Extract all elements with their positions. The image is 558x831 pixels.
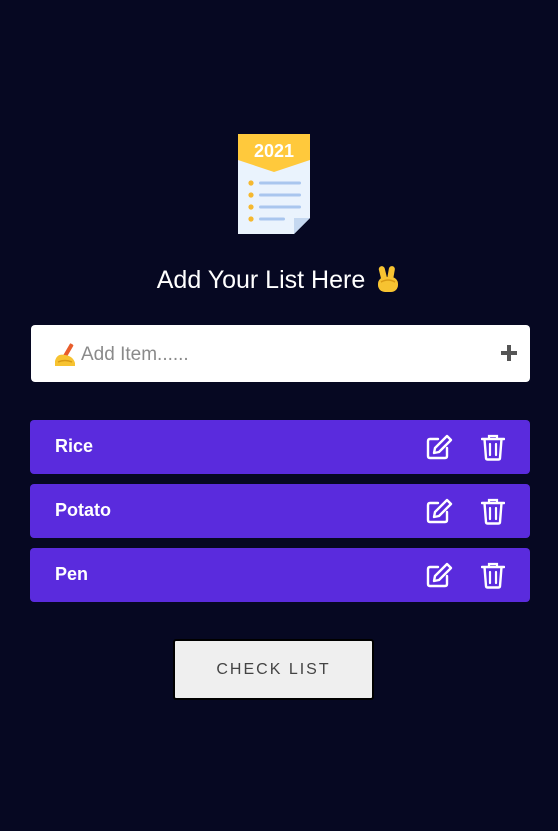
victory-hand-icon: [378, 266, 399, 292]
notepad-2021-icon: 2021: [238, 134, 310, 234]
item-list: Rice Potato Pen: [30, 420, 530, 612]
plus-icon[interactable]: [500, 344, 518, 362]
trash-icon[interactable]: [481, 498, 505, 525]
edit-icon[interactable]: [425, 498, 453, 525]
app-root: 2021 Add Your List Here Add Item...... R…: [0, 0, 558, 831]
add-item-input[interactable]: [79, 337, 483, 373]
page-heading-text: Add Your List Here: [156, 266, 366, 294]
list-item: Potato: [30, 484, 530, 538]
trash-icon[interactable]: [481, 562, 505, 589]
list-item: Pen: [30, 548, 530, 602]
list-item-label: Potato: [55, 500, 111, 520]
list-item-label: Rice: [55, 436, 94, 456]
page-heading: Add Your List Here: [0, 264, 558, 295]
check-list-button[interactable]: CHECK LIST: [173, 639, 374, 700]
logo-year: 2021: [254, 141, 294, 161]
edit-icon[interactable]: [425, 562, 453, 589]
writing-hand-icon: [55, 343, 75, 366]
list-item-label: Pen: [55, 564, 89, 584]
trash-icon[interactable]: [481, 434, 505, 461]
list-item: Rice: [30, 420, 530, 474]
add-item-bar: [31, 325, 530, 382]
edit-icon[interactable]: [425, 434, 453, 461]
